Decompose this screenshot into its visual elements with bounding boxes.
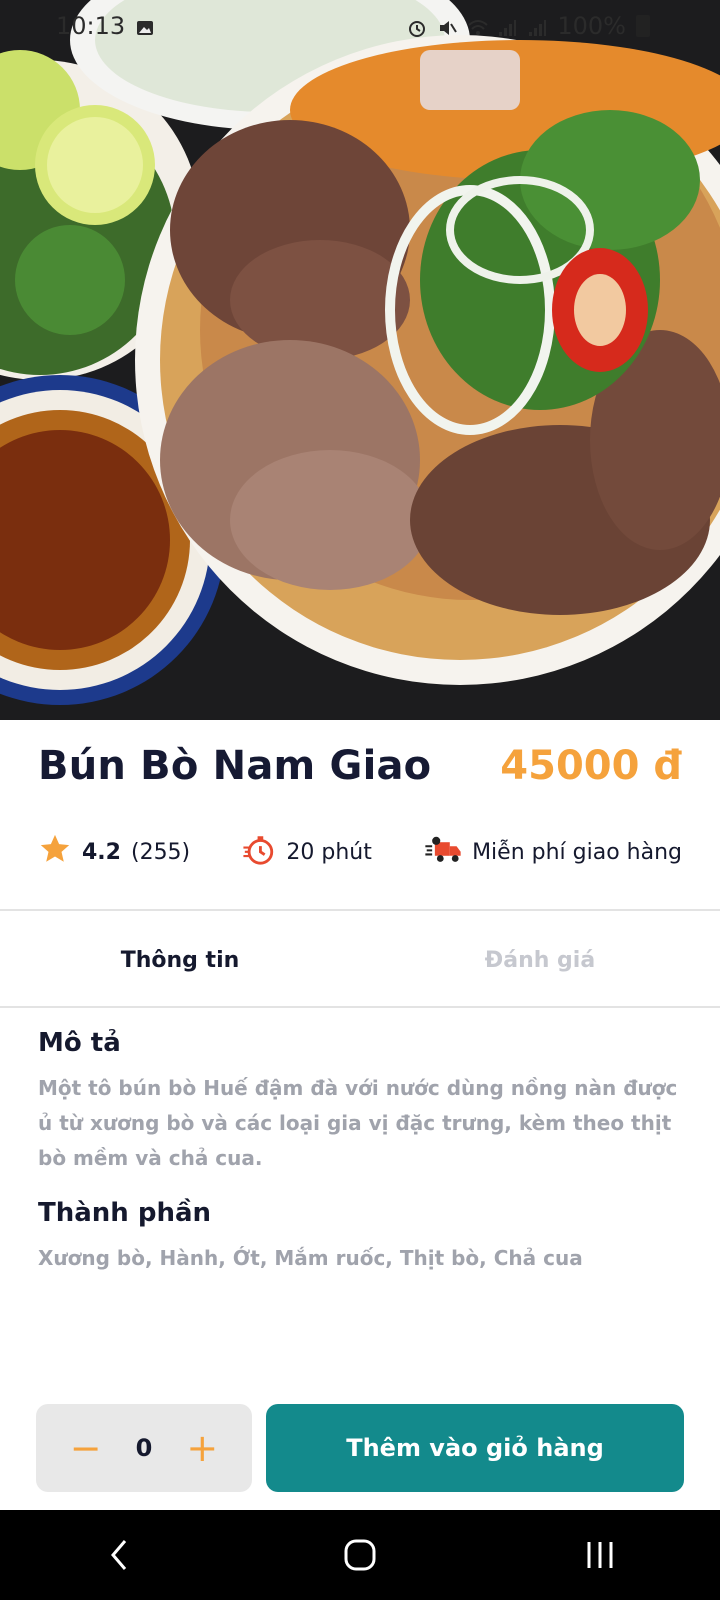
dish-price: 45000 đ	[500, 743, 682, 789]
status-bar: 10:13 100%	[0, 0, 720, 52]
signal-icon	[497, 16, 517, 36]
delivery-truck-icon	[424, 832, 462, 872]
description-title: Mô tả	[38, 1028, 121, 1058]
star-icon	[38, 832, 72, 872]
dish-name: Bún Bò Nam Giao	[38, 743, 432, 789]
home-icon[interactable]	[320, 1525, 400, 1585]
system-nav-bar	[0, 1510, 720, 1600]
image-icon	[135, 16, 155, 36]
rating: 4.2 (255)	[38, 832, 190, 872]
tab-bar: Thông tin Đánh giá	[0, 912, 720, 1008]
alarm-icon	[407, 16, 427, 37]
mute-icon	[437, 16, 458, 36]
title-row: Bún Bò Nam Giao 45000 đ	[38, 726, 682, 806]
description-text: Một tô bún bò Huế đậm đà với nước dùng n…	[38, 1076, 678, 1170]
delivery-info: Miễn phí giao hàng	[424, 832, 682, 872]
wifi-icon	[467, 16, 489, 36]
prep-time-value: 20 phút	[286, 839, 372, 865]
status-right: 100%	[407, 12, 650, 40]
dish-photo	[0, 0, 720, 720]
quantity-value: 0	[135, 1434, 153, 1462]
divider	[0, 1006, 720, 1008]
delivery-text: Miễn phí giao hàng	[472, 839, 682, 865]
decrease-button[interactable]: −	[70, 1429, 102, 1467]
add-to-cart-button[interactable]: Thêm vào giỏ hàng	[266, 1404, 684, 1492]
increase-button[interactable]: +	[186, 1429, 218, 1467]
review-count: (255)	[130, 839, 191, 865]
signal-icon	[527, 16, 547, 36]
battery-icon	[636, 15, 650, 37]
recents-icon[interactable]	[560, 1525, 640, 1585]
stopwatch-icon	[242, 832, 276, 872]
tab-info[interactable]: Thông tin	[0, 912, 360, 1008]
back-icon[interactable]	[80, 1525, 160, 1585]
status-time: 10:13	[56, 12, 126, 40]
quantity-stepper: − 0 +	[36, 1404, 252, 1492]
status-left: 10:13	[56, 12, 155, 40]
ingredients-text: Xương bò, Hành, Ớt, Mắm ruốc, Thịt bò, C…	[38, 1246, 583, 1270]
tab-reviews[interactable]: Đánh giá	[360, 912, 720, 1008]
rating-value: 4.2	[82, 839, 121, 865]
prep-time: 20 phút	[242, 832, 372, 872]
divider	[0, 909, 720, 911]
ingredients-title: Thành phần	[38, 1198, 212, 1228]
battery-percent: 100%	[557, 12, 626, 40]
meta-row: 4.2 (255) 20 phút Miễn phí giao hàng	[38, 824, 682, 880]
